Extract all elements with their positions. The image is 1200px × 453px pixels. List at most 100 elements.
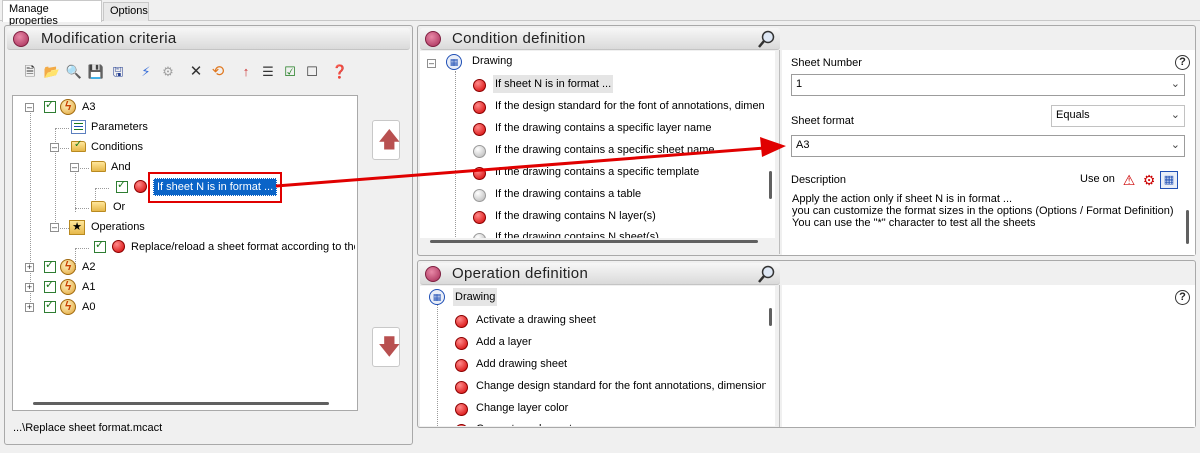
tree-item-parameters[interactable]: Parameters <box>91 118 148 136</box>
description-line: Apply the action only if sheet N is in f… <box>792 193 1013 205</box>
checkbox-a2[interactable] <box>44 258 56 273</box>
tree-item-and[interactable]: And <box>111 158 131 176</box>
tab-options[interactable]: Options <box>103 2 149 21</box>
move-up-button[interactable]: 🡅 <box>372 120 401 160</box>
operation-list: ▦ Drawing Activate a drawing sheet Add a… <box>420 286 775 426</box>
tree-item-a3[interactable]: A3 <box>82 98 95 116</box>
chevron-down-icon: ⌄ <box>1170 109 1180 121</box>
condition-list: – ▦ Drawing If sheet N is in format ... … <box>420 51 775 238</box>
expander-a2[interactable]: + <box>25 263 34 272</box>
operation-item[interactable]: Add drawing sheet <box>476 355 567 373</box>
condition-item[interactable]: If the drawing contains a specific templ… <box>495 163 699 181</box>
criteria-icon <box>60 259 76 275</box>
tree-item-conditions[interactable]: Conditions <box>91 138 143 156</box>
expander-operations[interactable]: – <box>50 223 59 232</box>
expander-conditions[interactable]: – <box>50 143 59 152</box>
magnifier-icon[interactable] <box>756 29 776 49</box>
operation-item[interactable]: Change design standard for the font anno… <box>476 377 766 395</box>
tree-item-a2[interactable]: A2 <box>82 258 95 276</box>
vertical-scrollbar[interactable] <box>769 171 772 199</box>
tree-item-or[interactable]: Or <box>113 198 125 216</box>
compare-combo[interactable]: Equals ⌄ <box>1051 105 1185 127</box>
tree-item-a1[interactable]: A1 <box>82 278 95 296</box>
tree-item-selected-condition[interactable]: If sheet N is in format ... <box>153 178 278 196</box>
uncheck-all-icon[interactable]: ☐ <box>303 63 321 81</box>
status-grey-icon <box>473 189 486 202</box>
help-icon[interactable]: ? <box>1175 55 1190 70</box>
modification-criteria-panel: Modification criteria 🗎 📂 🔍 💾 🖫 ⚡ ⚙ ✕ ⟲ … <box>4 25 413 445</box>
operation-item[interactable]: Add a layer <box>476 333 532 351</box>
chevron-down-icon: ⌄ <box>1170 78 1180 90</box>
condition-item[interactable]: If the drawing contains N layer(s) <box>495 207 656 225</box>
delete-icon[interactable]: ✕ <box>187 63 205 81</box>
save-icon[interactable]: 💾 <box>87 63 105 81</box>
status-red-icon <box>134 180 147 193</box>
collapse-icon[interactable] <box>13 31 29 47</box>
collapse-icon[interactable] <box>425 266 441 282</box>
part-disabled-icon[interactable]: ⚠ <box>1120 171 1138 189</box>
splitter[interactable] <box>779 50 780 254</box>
operation-item[interactable]: Activate a drawing sheet <box>476 311 596 329</box>
operation-item[interactable]: Change layer color <box>476 399 568 417</box>
tab-strip: Manage properties Options <box>0 0 1200 27</box>
check-all-icon[interactable]: ☑ <box>281 63 299 81</box>
search-file-icon[interactable]: 🔍 <box>65 63 83 81</box>
refresh-icon[interactable]: ⟲ <box>209 63 227 81</box>
assembly-disabled-icon[interactable]: ⚙ <box>1140 171 1158 189</box>
vertical-scrollbar[interactable] <box>769 308 772 326</box>
tab-manage-properties[interactable]: Manage properties <box>2 0 102 27</box>
open-folder-icon[interactable]: 📂 <box>43 63 61 81</box>
expander-drawing[interactable]: – <box>427 59 436 68</box>
horizontal-scrollbar[interactable] <box>430 240 758 243</box>
checkbox-a1[interactable] <box>44 278 56 293</box>
insert-tree-icon[interactable]: ↑ <box>237 63 255 81</box>
tree-structure-icon[interactable]: ☰ <box>259 63 277 81</box>
sheet-number-value: 1 <box>796 78 803 90</box>
status-red-icon <box>473 211 486 224</box>
panel-title: Modification criteria <box>41 30 177 47</box>
checkbox-condition[interactable] <box>116 178 128 193</box>
checkbox-operation[interactable] <box>94 238 106 253</box>
move-down-button[interactable]: 🡇 <box>372 327 401 367</box>
run-icon[interactable]: ⚡ <box>137 63 155 81</box>
condition-definition-header: Condition definition <box>420 28 780 50</box>
tree-item-drawing[interactable]: Drawing <box>453 288 498 306</box>
save-as-icon[interactable]: 🖫 <box>109 63 127 81</box>
description-line: you can customize the format sizes in th… <box>792 205 1174 217</box>
condition-item[interactable]: If the drawing contains a specific layer… <box>495 119 711 137</box>
help-icon[interactable]: ? <box>1175 290 1190 305</box>
gear-disabled-icon[interactable]: ⚙ <box>159 63 177 81</box>
expander-a0[interactable]: + <box>25 303 34 312</box>
description-scrollbar[interactable] <box>1186 210 1189 244</box>
tree-item-drawing[interactable]: Drawing <box>472 52 512 70</box>
expander-and[interactable]: – <box>70 163 79 172</box>
condition-item[interactable]: If the design standard for the font of a… <box>495 97 765 115</box>
tree-item-a0[interactable]: A0 <box>82 298 95 316</box>
help-icon[interactable]: ❓ <box>331 63 349 81</box>
sheet-number-combo[interactable]: 1 ⌄ <box>791 74 1185 96</box>
collapse-icon[interactable] <box>425 31 441 47</box>
expander-a1[interactable]: + <box>25 283 34 292</box>
criteria-tree: – A3 Parameters – ✓ Conditions – And If … <box>12 95 358 411</box>
tree-item-operations[interactable]: Operations <box>91 218 145 236</box>
expander-a3[interactable]: – <box>25 103 34 112</box>
new-file-icon[interactable]: 🗎 <box>21 63 39 81</box>
checkbox-a3[interactable] <box>44 98 56 113</box>
sheet-format-combo[interactable]: A3 ⌄ <box>791 135 1185 157</box>
tree-item-operation[interactable]: Replace/reload a sheet format according … <box>131 238 355 256</box>
status-grey-icon <box>473 145 486 158</box>
checkbox-a0[interactable] <box>44 298 56 313</box>
condition-item[interactable]: If the drawing contains N sheet(s) <box>495 228 659 238</box>
condition-item[interactable]: If the drawing contains a specific sheet… <box>495 141 715 159</box>
condition-item[interactable]: If the drawing contains a table <box>495 185 641 203</box>
drawing-icon: ▦ <box>429 289 445 305</box>
condition-item[interactable]: If sheet N is in format ... <box>493 75 614 93</box>
operation-item[interactable]: Convert an element <box>476 420 572 426</box>
magnifier-icon[interactable] <box>756 264 776 284</box>
file-path: ...\Replace sheet format.mcact <box>13 422 163 434</box>
check-badge-icon: ✓ <box>74 139 83 150</box>
or-folder-icon <box>91 201 106 212</box>
splitter[interactable] <box>779 285 780 427</box>
drawing-icon[interactable]: ▦ <box>1160 171 1178 189</box>
horizontal-scrollbar[interactable] <box>33 402 329 405</box>
